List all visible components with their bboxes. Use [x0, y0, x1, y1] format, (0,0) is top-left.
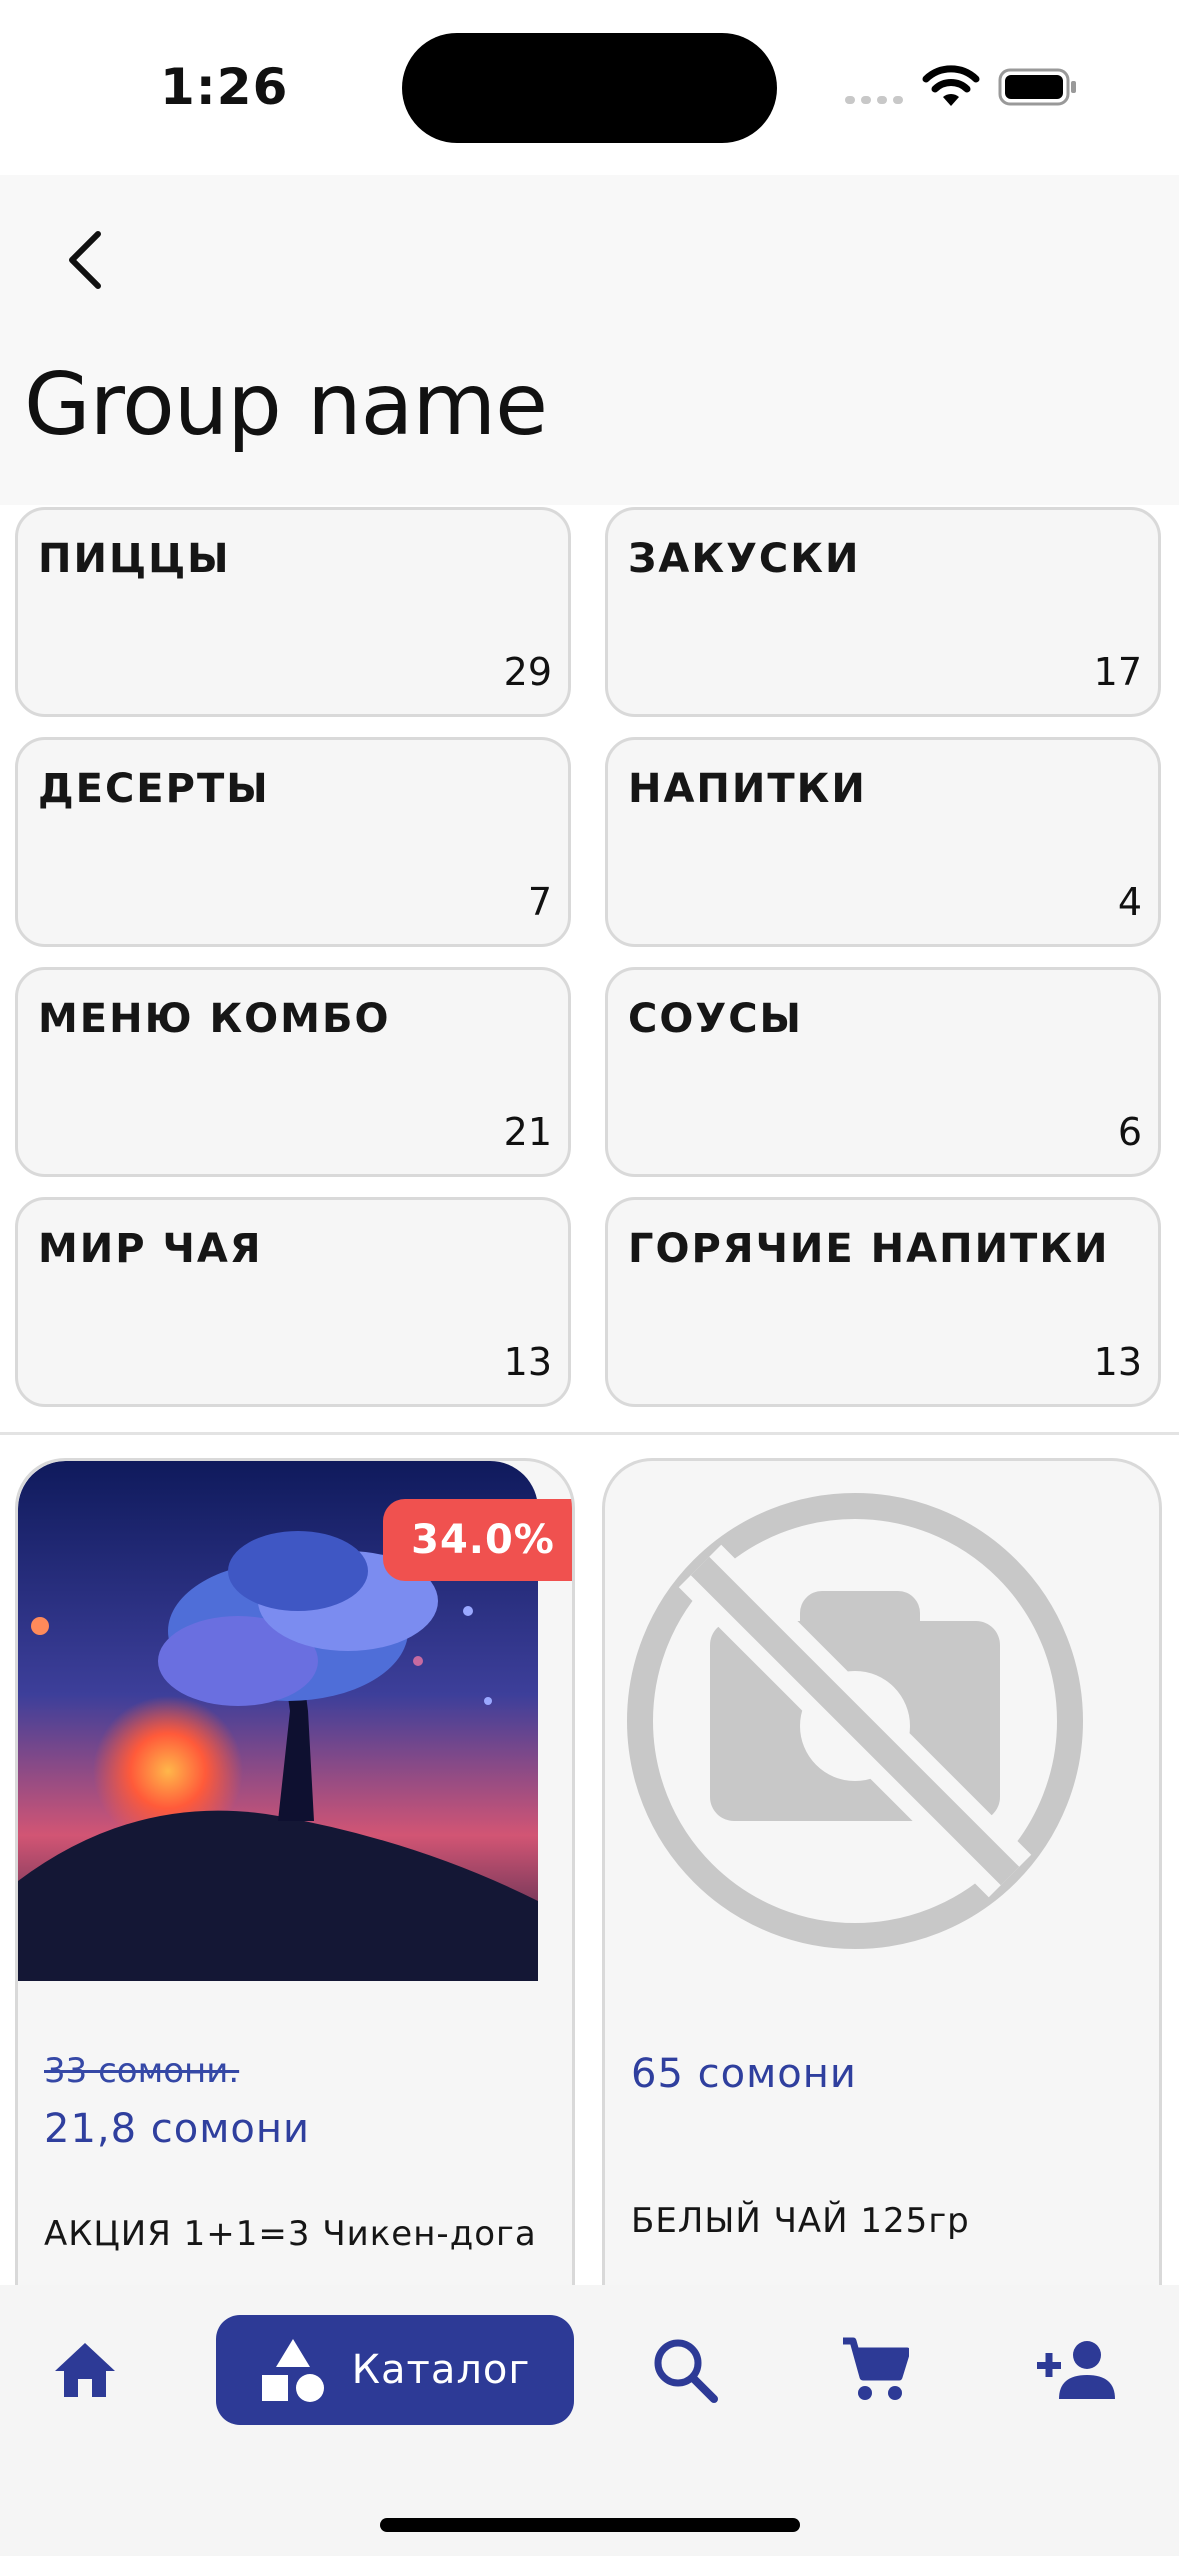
category-card[interactable]: СОУСЫ 6 — [605, 967, 1161, 1177]
nav-search[interactable] — [640, 2315, 730, 2425]
battery-icon — [998, 68, 1076, 106]
category-name: НАПИТКИ — [628, 766, 867, 812]
page-title: Group name — [24, 355, 548, 455]
cart-icon — [843, 2337, 909, 2400]
wifi-icon — [922, 65, 980, 106]
dynamic-island — [402, 33, 777, 143]
category-count: 13 — [1093, 1340, 1142, 1384]
product-card[interactable]: 65 сомони БЕЛЫЙ ЧАЙ 125гр — [602, 1458, 1162, 2328]
category-count: 29 — [503, 650, 552, 694]
no-image-icon — [627, 1493, 1083, 1949]
discount-badge: 34.0% — [383, 1499, 572, 1581]
category-card[interactable]: ПИЦЦЫ 29 — [15, 507, 571, 717]
nav-profile[interactable] — [1025, 2315, 1125, 2425]
category-name: МИР ЧАЯ — [38, 1226, 263, 1272]
category-card[interactable]: НАПИТКИ 4 — [605, 737, 1161, 947]
home-indicator — [380, 2518, 800, 2532]
add-person-icon — [1037, 2341, 1115, 2399]
page-header — [0, 175, 1179, 505]
category-count: 13 — [503, 1340, 552, 1384]
category-card[interactable]: ЗАКУСКИ 17 — [605, 507, 1161, 717]
category-card[interactable]: МИР ЧАЯ 13 — [15, 1197, 571, 1407]
category-name: ГОРЯЧИЕ НАПИТКИ — [628, 1226, 1110, 1272]
category-name: СОУСЫ — [628, 996, 803, 1042]
catalog-icon — [261, 2339, 324, 2402]
product-price: 21,8 сомони — [44, 2106, 311, 2152]
category-count: 6 — [1117, 1110, 1142, 1154]
category-name: ЗАКУСКИ — [628, 536, 861, 582]
nav-catalog-label: Каталог — [351, 2347, 531, 2393]
category-count: 17 — [1093, 650, 1142, 694]
category-count: 7 — [527, 880, 552, 924]
category-count: 4 — [1117, 880, 1142, 924]
chevron-left-icon — [69, 231, 101, 289]
nav-catalog[interactable]: Каталог — [216, 2315, 574, 2425]
category-name: ПИЦЦЫ — [38, 536, 231, 582]
status-bar: 1:26 — [0, 0, 1179, 175]
product-name: БЕЛЫЙ ЧАЙ 125гр — [631, 2201, 970, 2241]
home-icon — [55, 2343, 115, 2397]
back-button[interactable] — [52, 220, 116, 300]
nav-cart[interactable] — [830, 2315, 920, 2425]
category-card[interactable]: МЕНЮ КОМБО 21 — [15, 967, 571, 1177]
category-count: 21 — [503, 1110, 552, 1154]
old-price: 33 сомони. — [44, 2051, 240, 2091]
category-card[interactable]: ГОРЯЧИЕ НАПИТКИ 13 — [605, 1197, 1161, 1407]
category-name: МЕНЮ КОМБО — [38, 996, 391, 1042]
cellular-signal-icon — [845, 96, 903, 104]
section-divider — [0, 1432, 1179, 1435]
nav-home[interactable] — [40, 2315, 130, 2425]
category-card[interactable]: ДЕСЕРТЫ 7 — [15, 737, 571, 947]
search-icon — [654, 2339, 718, 2403]
product-price: 65 сомони — [631, 2051, 857, 2097]
product-name: АКЦИЯ 1+1=3 Чикен-дога — [44, 2214, 537, 2254]
bottom-navigation — [0, 2285, 1179, 2556]
status-time: 1:26 — [160, 58, 289, 116]
product-card[interactable]: 34.0% 33 сомони. 21,8 сомони АКЦИЯ 1+1=3… — [15, 1458, 575, 2328]
category-name: ДЕСЕРТЫ — [38, 766, 270, 812]
